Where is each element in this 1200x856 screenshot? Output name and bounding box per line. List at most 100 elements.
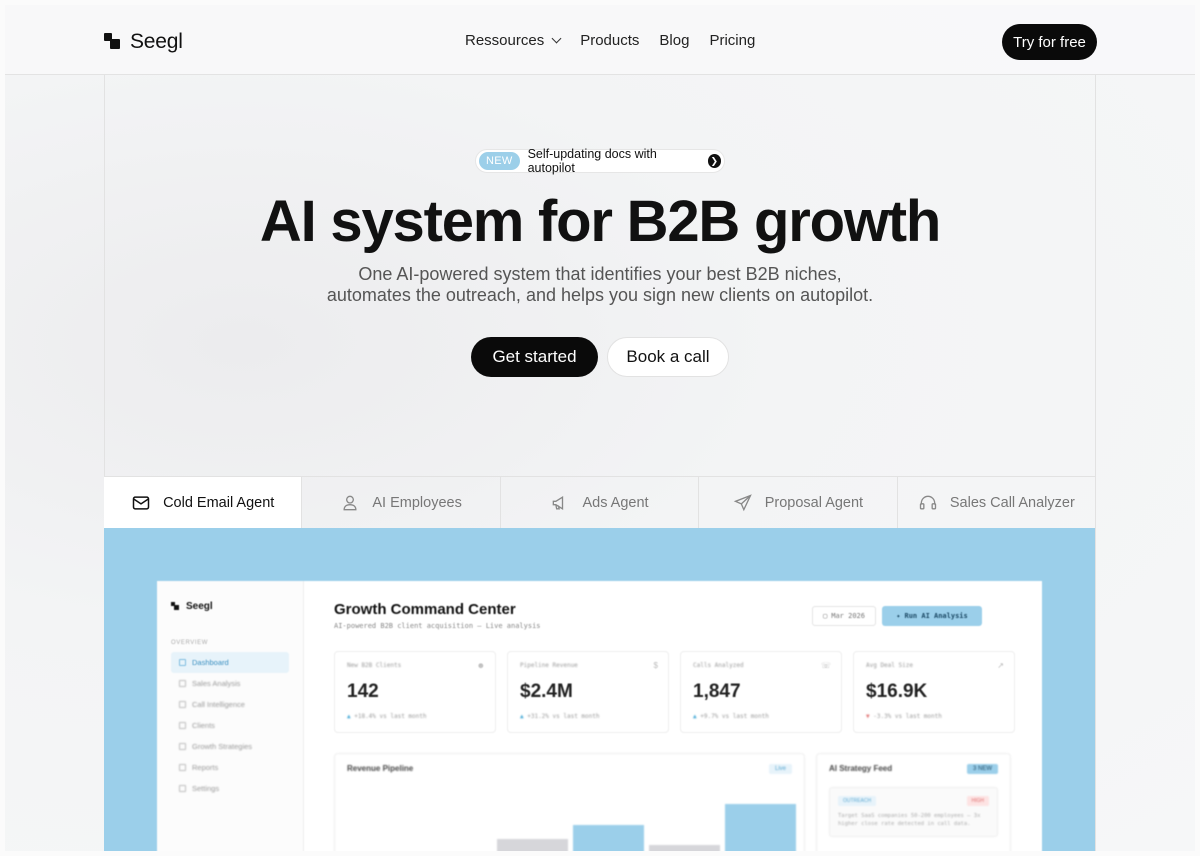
stat-label: Pipeline Revenue	[520, 662, 578, 669]
dashboard-logo: Seegl	[171, 601, 289, 612]
live-badge: Live	[768, 764, 792, 774]
menu-item-ressources[interactable]: Ressources	[465, 32, 562, 49]
stat-delta-text: +31.2% vs last month	[527, 713, 600, 720]
logo-text: Seegl	[130, 30, 183, 53]
sidebar-item-clients[interactable]: Clients	[171, 715, 289, 736]
sidebar-item-label: Dashboard	[192, 658, 229, 667]
run-ai-analysis-button[interactable]: ✦ Run AI Analysis	[882, 606, 982, 626]
get-started-button[interactable]: Get started	[471, 337, 598, 377]
feed-text: Target SaaS companies 50-200 employees —…	[838, 813, 981, 827]
tab-label: AI Employees	[372, 494, 462, 511]
ai-strategy-feed-panel: AI Strategy Feed 3 NEW OUTREACH HIGH Tar…	[816, 753, 1011, 851]
stat-card: Avg Deal Size ↗ $16.9K ▼ -3.3% vs last m…	[853, 651, 1015, 733]
revenue-bar	[649, 845, 720, 851]
target-icon	[179, 743, 186, 750]
arrow-right-icon: ❯	[707, 154, 721, 168]
stat-label: New B2B Clients	[347, 662, 402, 669]
product-tabs: Cold Email Agent AI Employees Ads Agent …	[104, 476, 1095, 528]
feed-card[interactable]: OUTREACH HIGH Target SaaS companies 50-2…	[829, 787, 998, 837]
send-icon	[733, 493, 752, 511]
users-icon	[179, 722, 186, 729]
menu-item-pricing[interactable]: Pricing	[709, 32, 755, 49]
logo-mark-icon	[171, 602, 180, 611]
sidebar-item-settings[interactable]: Settings	[171, 778, 289, 799]
stat-delta-text: +18.4% vs last month	[354, 713, 427, 720]
sidebar-item-dashboard[interactable]: Dashboard	[171, 652, 289, 673]
date-label: Mar 2026	[831, 612, 865, 620]
priority-badge: HIGH	[966, 796, 989, 806]
dashboard-main: Growth Command Center AI-powered B2B cli…	[304, 581, 1042, 851]
tab-sales-call-analyzer[interactable]: Sales Call Analyzer	[898, 477, 1095, 528]
main-menu: Ressources Products Blog Pricing	[465, 32, 755, 49]
dashboard-logo-text: Seegl	[186, 601, 213, 612]
sidebar-section-label: OVERVIEW	[171, 640, 209, 646]
sidebar-item-label: Reports	[192, 763, 219, 772]
stat-label: Avg Deal Size	[866, 662, 913, 669]
sidebar-item-sales-analysis[interactable]: Sales Analysis	[171, 673, 289, 694]
mail-icon	[132, 495, 150, 510]
panel-title: Revenue Pipeline	[347, 764, 414, 773]
headset-icon	[919, 495, 937, 509]
dashboard-sidebar: Seegl OVERVIEW Dashboard Sales Analysis …	[157, 581, 304, 851]
sidebar-item-growth-strategies[interactable]: Growth Strategies	[171, 736, 289, 757]
stat-value: $16.9K	[866, 681, 928, 702]
sidebar-item-call-intelligence[interactable]: Call Intelligence	[171, 694, 289, 715]
megaphone-icon	[553, 495, 564, 510]
tab-label: Proposal Agent	[764, 494, 864, 511]
sidebar-item-label: Call Intelligence	[192, 700, 245, 709]
stat-card: Pipeline Revenue $ $2.4M ▲ +31.2% vs las…	[507, 651, 669, 733]
new-tag: NEW	[479, 152, 520, 170]
sidebar-item-reports[interactable]: Reports	[171, 757, 289, 778]
tab-proposal-agent[interactable]: Proposal Agent	[699, 477, 898, 528]
stat-delta-text: +9.7% vs last month	[700, 713, 769, 720]
stat-delta-text: -3.3% vs last month	[873, 713, 942, 720]
stat-delta: ▲ +9.7% vs last month	[693, 713, 829, 720]
logo[interactable]: Seegl	[104, 30, 183, 54]
hero-title: AI system for B2B growth	[259, 189, 941, 254]
calendar-icon: ▢	[823, 612, 828, 620]
stat-value: 142	[347, 681, 379, 702]
tab-label: Sales Call Analyzer	[949, 494, 1075, 511]
stat-value: $2.4M	[520, 681, 573, 702]
revenue-bar	[725, 804, 796, 851]
stat-card: New B2B Clients ☻ 142 ▲ +18.4% vs last m…	[334, 651, 496, 733]
gear-icon	[179, 785, 186, 792]
announcement-badge[interactable]: NEW Self-updating docs with autopilot ❯	[475, 147, 725, 175]
hero-subtitle-line: One AI-powered system that identifies yo…	[358, 264, 842, 284]
logo-mark-icon	[104, 33, 122, 51]
date-picker-button[interactable]: ▢ Mar 2026	[812, 606, 876, 626]
tab-cold-email-agent[interactable]: Cold Email Agent	[104, 477, 303, 528]
new-count-badge: 3 NEW	[966, 764, 998, 774]
try-for-free-button[interactable]: Try for free	[1002, 24, 1097, 60]
sparkle-icon: ✦	[896, 612, 901, 620]
stat-card: Calls Analyzed ☏ 1,847 ▲ +9.7% vs last m…	[680, 651, 842, 733]
tab-label: Cold Email Agent	[163, 494, 275, 511]
revenue-bar	[497, 839, 568, 851]
product-showcase: Seegl OVERVIEW Dashboard Sales Analysis …	[104, 528, 1095, 851]
stat-value: 1,847	[693, 681, 741, 702]
report-icon	[179, 764, 186, 771]
trend-icon: ↗	[997, 661, 1004, 670]
sidebar-item-label: Settings	[192, 784, 220, 793]
revenue-bar	[573, 825, 644, 851]
chevron-down-icon	[551, 33, 562, 44]
sidebar-item-label: Growth Strategies	[192, 742, 253, 751]
menu-item-label: Ressources	[465, 32, 545, 49]
grid-icon	[179, 659, 186, 666]
dollar-icon: $	[653, 661, 658, 670]
phone-icon: ☏	[820, 661, 831, 670]
book-a-call-button[interactable]: Book a call	[607, 337, 729, 377]
feed-tag: OUTREACH	[838, 796, 877, 806]
revenue-pipeline-panel: Revenue Pipeline Live	[334, 753, 805, 851]
person-icon	[343, 495, 357, 510]
menu-item-blog[interactable]: Blog	[659, 32, 689, 49]
menu-item-products[interactable]: Products	[580, 32, 639, 49]
stat-cards: New B2B Clients ☻ 142 ▲ +18.4% vs last m…	[334, 651, 1015, 733]
stat-delta: ▲ +18.4% vs last month	[347, 713, 483, 720]
chart-icon	[179, 680, 186, 687]
tab-ads-agent[interactable]: Ads Agent	[501, 477, 700, 528]
announcement-text: Self-updating docs with autopilot	[527, 147, 657, 175]
stat-delta: ▼ -3.3% vs last month	[866, 713, 1002, 720]
users-icon: ☻	[476, 661, 485, 670]
tab-ai-employees[interactable]: AI Employees	[302, 477, 501, 528]
